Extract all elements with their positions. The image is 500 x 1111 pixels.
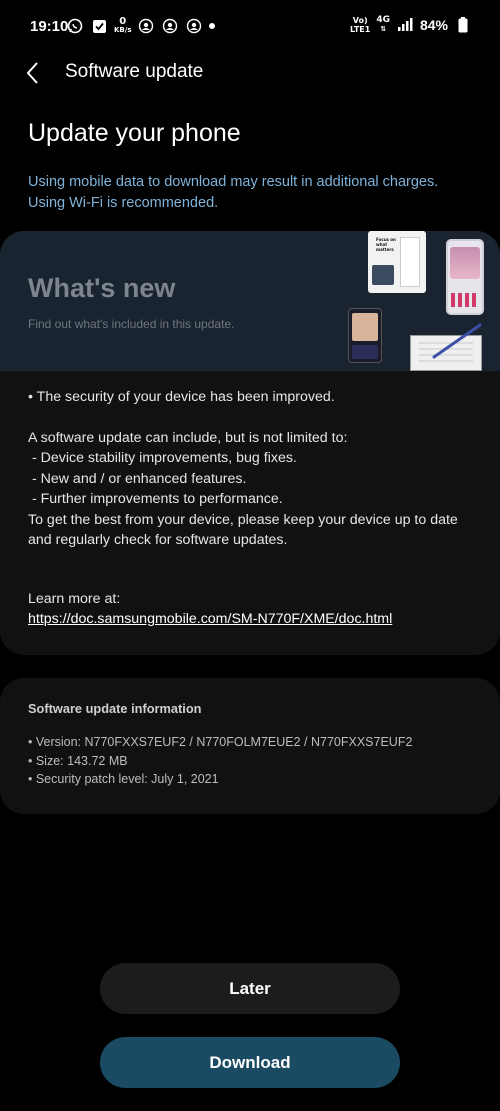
app-notification-icon (161, 17, 179, 35)
release-note-spacer (28, 408, 478, 428)
network-type-label: 4G (376, 15, 390, 25)
system-icons: Vo) LTE1 4G ⇅ 84% (350, 16, 472, 34)
status-time: 19:10 (30, 18, 69, 35)
later-button[interactable]: Later (100, 963, 400, 1014)
phone-illustration (446, 239, 484, 315)
lte-label: LTE1 (350, 25, 371, 34)
more-notifications-dot-icon (209, 23, 216, 29)
chevron-left-icon (26, 62, 38, 84)
whats-new-banner: What's new Find out what's included in t… (0, 231, 500, 371)
whats-new-subtitle: Find out what's included in this update. (28, 317, 235, 331)
whatsapp-icon (66, 17, 84, 35)
learn-more-label: Learn more at: (28, 591, 121, 607)
net-speed-indicator: 0 KB/s (114, 16, 132, 35)
back-button[interactable] (18, 58, 48, 88)
app-notification-icon (185, 17, 203, 35)
net-speed-value: 0 (119, 16, 127, 27)
battery-percent: 84% (419, 17, 448, 33)
update-version: • Version: N770FXXS7EUF2 / N770FOLM7EUE2… (28, 735, 413, 749)
app-bar-title: Software update (65, 61, 204, 82)
status-bar: 19:10 0 KB/s Vo) LTE1 4G ⇅ 84% (0, 0, 500, 56)
foldable-illustration (348, 308, 382, 363)
battery-icon (454, 16, 472, 34)
whats-new-title: What's new (28, 273, 176, 303)
volte-label: Vo) (352, 16, 368, 25)
illustration-panel (400, 237, 420, 287)
s-pen-icon (432, 323, 482, 359)
security-patch-level: • Security patch level: July 1, 2021 (28, 772, 219, 786)
phone-app-grid (451, 293, 479, 307)
learn-more-link[interactable]: https://doc.samsungmobile.com/SM-N770F/X… (28, 611, 392, 627)
data-arrows-icon: ⇅ (380, 25, 387, 33)
update-info-title: Software update information (28, 701, 202, 716)
feature-illustration: Focus on what matters (368, 231, 426, 293)
illustration-image (372, 265, 394, 285)
release-note-line: and regularly check for software updates… (28, 532, 288, 548)
foldable-screen (352, 313, 378, 341)
release-note-line: To get the best from your device, please… (28, 511, 458, 528)
phone-wallpaper (450, 247, 480, 279)
release-note-line: - New and / or enhanced features. (28, 470, 247, 487)
update-info-list: • Version: N770FXXS7EUF2 / N770FOLM7EUE2… (28, 733, 412, 789)
volte-indicator: Vo) LTE1 (350, 16, 370, 34)
page-title: Update your phone (28, 119, 241, 147)
net-speed-unit: KB/s (114, 26, 132, 34)
network-type-indicator: 4G ⇅ (376, 16, 390, 34)
notification-icons: 0 KB/s (66, 16, 216, 35)
download-button[interactable]: Download (100, 1037, 400, 1088)
release-note-line: - Further improvements to performance. (28, 491, 283, 507)
foldable-lower (352, 345, 378, 359)
checkbox-icon (90, 17, 108, 35)
release-notes: • The security of your device has been i… (28, 387, 478, 551)
release-note-line: - Device stability improvements, bug fix… (28, 450, 297, 466)
update-info-card: Software update information • Version: N… (0, 678, 500, 814)
signal-strength-icon (396, 16, 414, 34)
release-note-line: A software update can include, but is no… (28, 429, 348, 446)
release-note-line: • The security of your device has been i… (28, 389, 335, 405)
update-size: • Size: 143.72 MB (28, 753, 128, 768)
app-notification-icon (137, 17, 155, 35)
illustration-caption: Focus on what matters (376, 237, 396, 252)
app-bar: Software update (0, 52, 500, 96)
mobile-data-notice: Using mobile data to download may result… (28, 174, 439, 211)
whats-new-card: What's new Find out what's included in t… (0, 231, 500, 655)
